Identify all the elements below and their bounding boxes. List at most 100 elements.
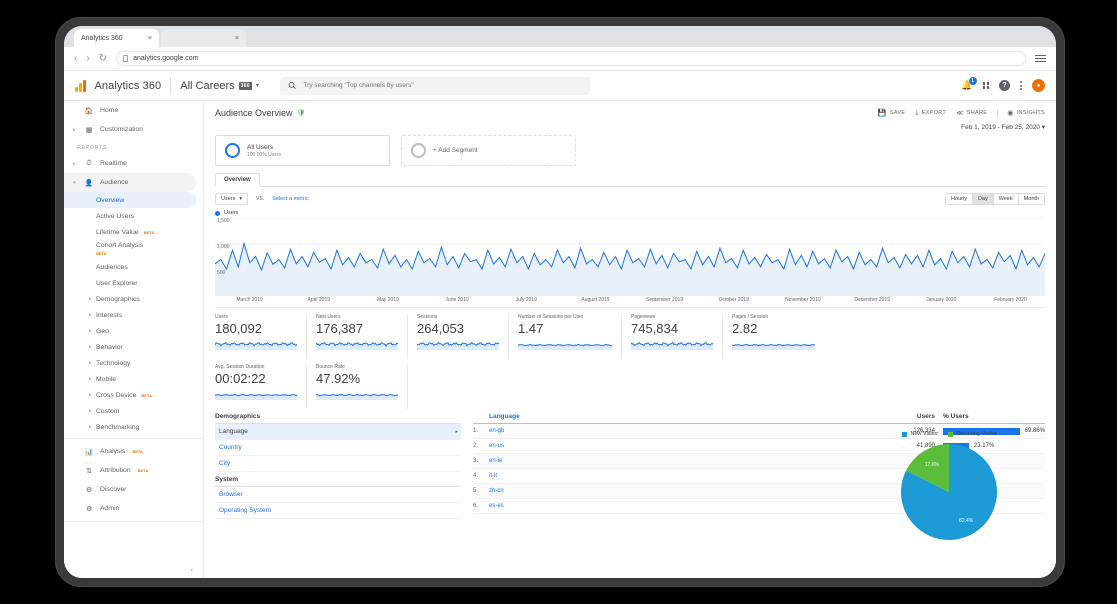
row-language[interactable]: es-es	[489, 503, 875, 509]
more-options-icon[interactable]	[1020, 81, 1022, 90]
export-button[interactable]: ⤓ EXPORT	[915, 109, 946, 117]
sidebar-item-user-explorer[interactable]: User Explorer	[64, 275, 203, 291]
sidebar-item-admin[interactable]: ⚙ Admin	[64, 499, 203, 518]
browser-tab-active[interactable]: Analytics 360 ×	[74, 29, 159, 47]
sidebar-item-realtime[interactable]: ▸ ⏱ Realtime	[64, 154, 203, 173]
x-tick: November 2019	[785, 297, 821, 303]
notifications-bell-icon[interactable]: 🔔 1	[961, 77, 977, 91]
sidebar-item-cohort-analysis[interactable]: Cohort Analysis BETA	[64, 240, 203, 259]
close-icon[interactable]: ×	[235, 35, 239, 42]
sidebar-item-lifetime-value[interactable]: Lifetime Value BETA	[64, 224, 203, 240]
sidebar-item-technology[interactable]: ▸ Technology	[64, 355, 203, 371]
row-label: City	[219, 460, 231, 467]
row-language[interactable]: en-gb	[489, 428, 875, 434]
sidebar-item-behavior[interactable]: ▸ Behavior	[64, 339, 203, 355]
help-icon[interactable]: ?	[999, 80, 1010, 91]
metric-card-pageviews[interactable]: Pageviews 745,834	[631, 314, 723, 359]
chevron-down-icon[interactable]: ▾	[73, 180, 78, 186]
metric-selector[interactable]: Users ▾	[215, 193, 249, 205]
granularity-hourly[interactable]: Hourly	[946, 194, 973, 204]
sidebar-item-benchmarking[interactable]: ▸ Benchmarking	[64, 419, 203, 435]
metric-card-sessions[interactable]: Sessions 264,053	[417, 314, 509, 359]
add-segment-button[interactable]: + Add Segment	[401, 135, 576, 166]
metric-card-new-users[interactable]: New Users 176,387	[316, 314, 408, 359]
browser-navbar: ‹ › ↻ analytics.google.com	[64, 47, 1056, 71]
sidebar-item-interests[interactable]: ▸ Interests	[64, 307, 203, 323]
chevron-right-icon[interactable]: ▸	[73, 127, 78, 133]
chevron-down-icon[interactable]: ▾	[1042, 124, 1045, 131]
chevron-right-icon[interactable]: ▸	[89, 408, 92, 414]
address-bar[interactable]: analytics.google.com	[116, 51, 1026, 66]
sidebar-item-audience[interactable]: ▾ 👤 Audience	[64, 173, 196, 192]
row-language[interactable]: it-it	[489, 473, 875, 479]
save-button[interactable]: 💾 SAVE	[878, 109, 906, 117]
metric-card-users[interactable]: Users 180,092	[215, 314, 307, 359]
sidebar-item-discover[interactable]: ⚙ Discover	[64, 480, 203, 499]
chevron-down-icon[interactable]: ▾	[239, 196, 242, 202]
demographics-row-country[interactable]: Country	[215, 440, 461, 456]
chevron-right-icon[interactable]: ▸	[89, 392, 92, 398]
pie-canvas[interactable]: 82.4% 17.6%	[847, 440, 1052, 542]
x-tick: June 2019	[445, 297, 469, 303]
system-row-browser[interactable]: Browser	[215, 487, 461, 503]
collapse-sidebar-icon[interactable]: ‹	[191, 567, 193, 574]
chevron-right-icon[interactable]: ▸	[89, 376, 92, 382]
chevron-right-icon[interactable]: ▸	[89, 344, 92, 350]
date-range-selector[interactable]: Feb 1, 2019 - Feb 25, 2020 ▾	[204, 123, 1056, 135]
sidebar-item-geo[interactable]: ▸ Geo	[64, 323, 203, 339]
share-button[interactable]: ≪ SHARE	[956, 109, 987, 117]
demographics-row-language[interactable]: Language ▸	[215, 424, 461, 440]
insights-button[interactable]: ◉ INSIGHTS	[997, 109, 1045, 117]
row-language[interactable]: zh-cn	[489, 488, 875, 494]
sidebar-item-custom[interactable]: ▸ Custom	[64, 403, 203, 419]
demographics-row-city[interactable]: City	[215, 456, 461, 472]
row-language[interactable]: en-ie	[489, 458, 875, 464]
system-row-operating-system[interactable]: Operating System	[215, 503, 461, 519]
metric-card-sessions-per-user[interactable]: Number of Sessions per User 1.47	[518, 314, 622, 359]
sidebar-item-demographics[interactable]: ▸ Demographics	[64, 291, 203, 307]
metric-card-bounce-rate[interactable]: Bounce Rate 47.92%	[316, 364, 408, 409]
chevron-down-icon[interactable]: ▾	[256, 82, 259, 89]
sidebar-item-active-users[interactable]: Active Users	[64, 208, 203, 224]
row-language[interactable]: en-us	[489, 443, 875, 449]
apps-grid-icon[interactable]	[982, 82, 989, 89]
back-icon[interactable]: ‹	[74, 53, 77, 64]
property-selector[interactable]: All Careers 360 ▾	[180, 80, 259, 92]
sidebar-item-audiences[interactable]: Audiences	[64, 259, 203, 275]
chevron-right-icon[interactable]: ▸	[89, 296, 92, 302]
browser-tab-blank[interactable]: ×	[161, 29, 246, 47]
sidebar-item-home[interactable]: 🏠 Home	[64, 101, 203, 120]
sidebar-item-overview[interactable]: Overview	[64, 192, 196, 208]
pie-legend-returning-visitor[interactable]: Returning Visitor	[948, 431, 997, 437]
users-timeseries-chart[interactable]: 1,500 1,000 500	[215, 217, 1045, 296]
sidebar-item-analysis[interactable]: 📊 Analysis BETA	[64, 442, 203, 461]
chevron-right-icon[interactable]: ▸	[89, 328, 92, 334]
forward-icon[interactable]: ›	[86, 53, 89, 64]
sidebar-item-customization[interactable]: ▸ ▦ Customization	[64, 120, 203, 139]
chevron-right-icon[interactable]: ▸	[89, 360, 92, 366]
export-label: EXPORT	[921, 110, 947, 116]
close-icon[interactable]: ×	[148, 35, 152, 42]
chevron-right-icon[interactable]: ▸	[89, 312, 92, 318]
chevron-right-icon[interactable]: ▸	[89, 424, 92, 430]
tab-overview[interactable]: Overview	[215, 173, 260, 187]
metric-card-avg-session-duration[interactable]: Avg. Session Duration 00:02:22	[215, 364, 307, 409]
segment-all-users[interactable]: All Users 100.00% Users	[215, 135, 390, 166]
sidebar-item-cross-device[interactable]: ▸ Cross Device BETA	[64, 387, 203, 403]
sidebar-item-attribution[interactable]: ⇅ Attribution BETA	[64, 461, 203, 480]
sidebar-item-mobile[interactable]: ▸ Mobile	[64, 371, 203, 387]
granularity-week[interactable]: Week	[994, 194, 1019, 204]
granularity-day[interactable]: Day	[972, 194, 994, 204]
select-metric-link[interactable]: Select a metric	[272, 196, 308, 202]
chevron-right-icon[interactable]: ▸	[73, 161, 78, 167]
granularity-month[interactable]: Month	[1019, 194, 1044, 204]
avatar[interactable]: ●	[1032, 79, 1045, 92]
browser-menu-icon[interactable]	[1035, 55, 1046, 62]
reload-icon[interactable]: ↻	[99, 53, 107, 64]
metric-card-pages-per-session[interactable]: Pages / Session 2.82	[732, 314, 824, 359]
pie-legend-new-visitor[interactable]: New Visitor	[902, 431, 938, 437]
search-box[interactable]	[279, 76, 590, 95]
sidebar-item-label: Analysis	[100, 448, 126, 455]
chevron-right-icon[interactable]: ▸	[455, 429, 461, 435]
search-input[interactable]	[303, 82, 582, 89]
